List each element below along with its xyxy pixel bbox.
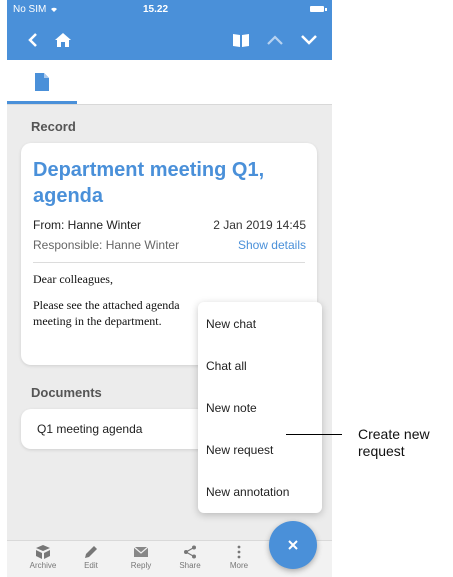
toolbar-edit-button[interactable]: Edit [69,545,113,570]
toolbar-label: Edit [84,561,98,570]
close-icon [288,540,298,550]
tab-active-indicator [7,101,77,104]
record-title: Department meeting Q1, agenda [33,159,265,207]
more-vertical-icon [237,545,241,559]
menu-item-new-note[interactable]: New note [206,401,257,415]
popup-menu: New chat Chat all New note New request N… [198,302,322,513]
toolbar-label: Archive [29,561,57,570]
close-fab-button[interactable] [269,521,317,569]
documents-section-label: Documents [31,385,102,400]
pencil-icon [85,546,97,558]
envelope-icon [133,546,149,557]
home-icon[interactable] [51,28,75,52]
menu-item-new-chat[interactable]: New chat [206,317,256,331]
callout-text: Create new request [358,426,430,459]
toolbar-label: Reply [130,561,152,570]
archive-icon [36,545,50,559]
phone-screen: No SIM 15.22 Record Department meeting Q… [7,0,332,577]
clock: 15.22 [143,4,169,15]
toolbar-archive-button[interactable]: Archive [21,545,65,570]
document-icon [35,73,49,91]
toolbar-more-button[interactable]: More [217,545,261,570]
callout-line [286,434,342,435]
show-details-link[interactable]: Show details [238,238,306,252]
record-date: 2 Jan 2019 14:45 [213,218,306,232]
menu-item-new-request[interactable]: New request [206,443,273,457]
status-bar: No SIM 15.22 [7,0,332,20]
record-section-label: Record [31,119,76,134]
toolbar-reply-button[interactable]: Reply [119,545,163,570]
toolbar-share-button[interactable]: Share [168,545,212,570]
back-icon[interactable] [21,28,45,52]
battery-icon [310,6,327,12]
carrier-label: No SIM [13,4,59,15]
record-divider [33,262,305,263]
record-responsible: Responsible: Hanne Winter [33,238,180,252]
toolbar-label: More [229,561,249,570]
chevron-down-icon[interactable] [297,28,321,52]
tab-strip [7,60,332,105]
body-greeting: Dear colleagues, [33,272,113,286]
wifi-icon [51,7,58,12]
tab-document[interactable] [7,60,77,104]
menu-item-chat-all[interactable]: Chat all [206,359,247,373]
menu-item-new-annotation[interactable]: New annotation [206,485,289,499]
toolbar-label: Share [179,561,201,570]
share-icon [184,545,196,559]
chevron-up-icon[interactable] [263,28,287,52]
record-from: From: Hanne Winter [33,218,142,232]
app-bar [7,20,332,60]
book-icon[interactable] [229,28,253,52]
document-item[interactable]: Q1 meeting agenda [37,422,142,436]
